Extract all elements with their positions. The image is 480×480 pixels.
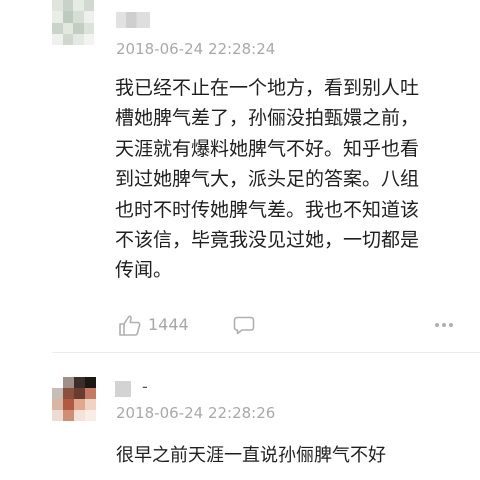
avatar[interactable]	[52, 0, 94, 45]
comment-actions: 1444	[118, 314, 458, 336]
comment-timestamp: 2018-06-24 22:28:26	[116, 404, 276, 422]
username-mask[interactable]	[116, 12, 150, 28]
avatar[interactable]	[52, 377, 96, 421]
comment-text: 很早之前天涯一直说孙俪脾气不好	[116, 445, 386, 466]
comment-divider	[52, 352, 480, 353]
comment-text: 我已经不止在一个地方，看到别人吐 槽她脾气差了，孙俪没拍甄嬛之前， 天涯就有爆料…	[115, 77, 420, 282]
like-count: 1444	[148, 315, 189, 334]
username[interactable]: -	[142, 377, 148, 396]
thumbs-up-icon[interactable]	[118, 314, 142, 336]
more-icon[interactable]	[434, 322, 454, 328]
reply-icon[interactable]	[233, 315, 255, 335]
comment-timestamp: 2018-06-24 22:28:24	[116, 40, 276, 58]
username-mask[interactable]	[115, 381, 131, 397]
